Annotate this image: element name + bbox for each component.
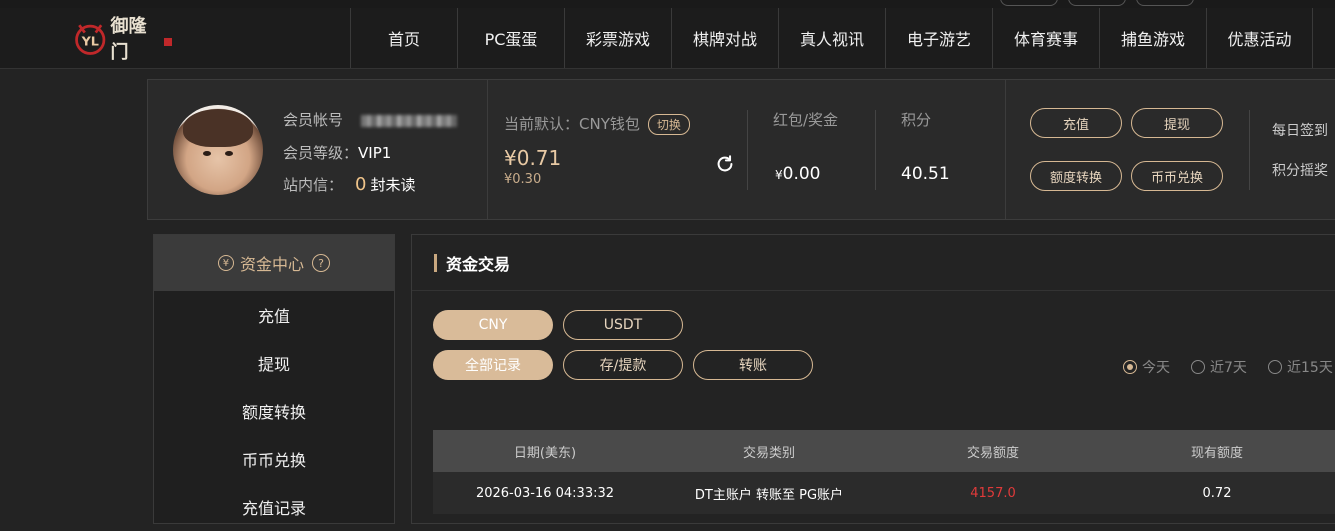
header-balance: 现有额度: [1190, 445, 1243, 461]
sidebar-header: ¥ 资金中心 ?: [154, 235, 394, 291]
logo-text: 御隆门: [110, 16, 147, 63]
sidebar-title: 资金中心: [239, 255, 304, 274]
nav-card-games[interactable]: 棋牌对战: [671, 8, 778, 68]
level-row: 会员等级：VIP1: [283, 142, 391, 163]
refresh-icon[interactable]: [714, 153, 736, 175]
cell-date: 2026-03-16 04:33:32: [475, 485, 615, 501]
nav-live-casino[interactable]: 真人视讯: [778, 8, 885, 68]
divider: [747, 110, 748, 190]
logo-emblem-icon: YL: [75, 24, 106, 55]
table-row: 2026-03-16 04:33:32 DT主账户 转账至 PG账户 4157.…: [433, 472, 1335, 514]
nav-home[interactable]: 首页: [350, 8, 457, 68]
account-label: 会员帐号: [283, 111, 344, 129]
tab-deposit-withdraw[interactable]: 存/提款: [563, 350, 683, 380]
nav-slots[interactable]: 电子游艺: [885, 8, 992, 68]
nav-promotions[interactable]: 优惠活动: [1206, 8, 1313, 68]
level-label: 会员等级：: [283, 144, 359, 162]
avatar[interactable]: [173, 105, 263, 195]
yen-icon: ¥: [217, 255, 234, 271]
filter-7-days[interactable]: 近7天: [1191, 357, 1247, 377]
nav-pc-egg[interactable]: PC蛋蛋: [457, 8, 564, 68]
title-accent-bar: [434, 253, 437, 272]
logo-badge: [164, 38, 173, 46]
sidebar-item-deposit-records[interactable]: 充值记录: [154, 483, 394, 531]
transfer-button[interactable]: 额度转换: [1030, 161, 1122, 191]
radio-checked-icon[interactable]: [1123, 360, 1137, 374]
top-pill[interactable]: [1136, 0, 1194, 6]
tab-cny[interactable]: CNY: [433, 310, 553, 340]
main-panel: 资金交易 CNY USDT 全部记录 存/提款 转账 今天 近7天 近15天 日…: [411, 234, 1335, 524]
sidebar-item-transfer[interactable]: 额度转换: [154, 387, 394, 435]
sidebar-item-exchange[interactable]: 币币兑换: [154, 435, 394, 483]
svg-text:YL: YL: [81, 34, 99, 49]
tab-all-records[interactable]: 全部记录: [433, 350, 553, 380]
nav-lottery[interactable]: 彩票游戏: [564, 8, 671, 68]
points-lottery-link[interactable]: 积分摇奖: [1272, 160, 1328, 180]
cell-amount: 4157.0: [970, 485, 1016, 501]
help-icon[interactable]: ?: [312, 254, 330, 272]
inbox-count: 0: [355, 174, 367, 195]
divider: [1249, 110, 1250, 190]
cell-balance: 0.72: [1202, 485, 1232, 501]
filter-today[interactable]: 今天: [1123, 357, 1170, 377]
level-value: VIP1: [358, 144, 392, 162]
sidebar-item-deposit[interactable]: 充值: [154, 291, 394, 339]
sidebar: ¥ 资金中心 ? 充值 提现 额度转换 币币兑换 充值记录: [153, 234, 395, 524]
main-header: 资金交易: [412, 235, 1335, 291]
switch-wallet-button[interactable]: 切换: [647, 114, 690, 135]
withdraw-button[interactable]: 提现: [1131, 108, 1223, 138]
header-date: 日期(美东): [513, 445, 577, 461]
points-label: 积分: [901, 111, 932, 129]
nav-sports[interactable]: 体育赛事: [992, 8, 1099, 68]
divider: [875, 110, 876, 190]
bonus-value-row: ¥0.00: [775, 164, 821, 184]
daily-signin-link[interactable]: 每日签到: [1272, 120, 1328, 140]
sidebar-item-withdraw[interactable]: 提现: [154, 339, 394, 387]
main-title: 资金交易: [446, 254, 511, 274]
header: YL 御隆门 首页 PC蛋蛋 彩票游戏 棋牌对战 真人视讯 电子游艺 体育赛事 …: [0, 8, 1335, 69]
filter-15-days[interactable]: 近15天: [1268, 357, 1333, 377]
header-amount: 交易额度: [966, 445, 1019, 461]
cell-type: DT主账户 转账至 PG账户: [694, 487, 844, 503]
site-logo[interactable]: YL 御隆门: [72, 16, 173, 63]
nav-fishing[interactable]: 捕鱼游戏: [1099, 8, 1206, 68]
top-pill[interactable]: [1068, 0, 1126, 6]
table-header: 日期(美东) 交易类别 交易额度 现有额度: [433, 430, 1335, 472]
wallet-row: 当前默认：CNY钱包 切换: [504, 113, 690, 135]
radio-icon[interactable]: [1191, 360, 1205, 374]
main-nav: 首页 PC蛋蛋 彩票游戏 棋牌对战 真人视讯 电子游艺 体育赛事 捕鱼游戏 优惠…: [350, 8, 1313, 68]
top-strip: [0, 0, 1335, 8]
top-pill[interactable]: [1000, 0, 1058, 6]
account-row: 会员帐号: [283, 109, 458, 130]
bonus-currency: ¥: [775, 168, 783, 182]
wallet-balance-sub: ¥0.30: [504, 172, 542, 187]
member-panel: 会员帐号 会员等级：VIP1 站内信： 0 封未读 当前默认：CNY钱包 切换 ¥0.…: [147, 79, 1335, 220]
tab-transfer[interactable]: 转账: [693, 350, 813, 380]
inbox-label: 站内信：: [283, 176, 344, 194]
wallet-balance: ¥0.71: [504, 146, 562, 170]
inbox-suffix: 封未读: [370, 176, 416, 194]
bonus-label: 红包/奖金: [773, 111, 839, 129]
header-type: 交易类别: [742, 445, 795, 461]
account-value-blurred: [361, 114, 458, 127]
exchange-button[interactable]: 币币兑换: [1131, 161, 1223, 191]
inbox-row[interactable]: 站内信： 0 封未读: [283, 174, 415, 195]
bonus-value: 0.00: [782, 164, 821, 184]
divider: [487, 80, 488, 219]
transactions-table: 日期(美东) 交易类别 交易额度 现有额度 2026-03-16 04:33:3…: [433, 430, 1335, 514]
points-value: 40.51: [901, 164, 950, 184]
wallet-title: 当前默认：CNY钱包: [504, 115, 640, 133]
deposit-button[interactable]: 充值: [1030, 108, 1122, 138]
radio-icon[interactable]: [1268, 360, 1282, 374]
tab-usdt[interactable]: USDT: [563, 310, 683, 340]
divider: [1005, 80, 1006, 219]
